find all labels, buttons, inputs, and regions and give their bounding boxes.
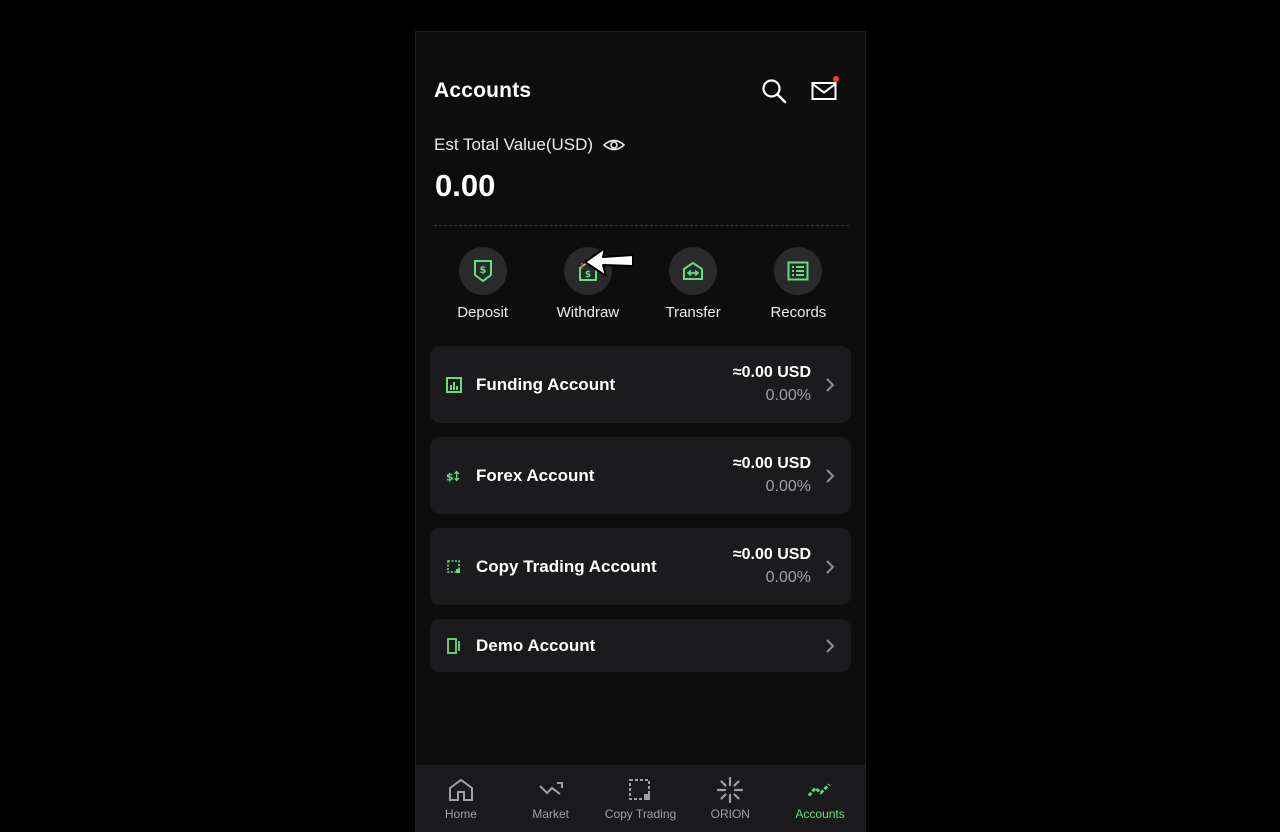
tab-home[interactable]: Home xyxy=(416,777,506,821)
account-name: Copy Trading Account xyxy=(476,556,657,576)
tab-label: Accounts xyxy=(795,806,845,821)
records-icon xyxy=(774,247,823,295)
market-icon xyxy=(538,777,564,803)
account-values: ≈0.00 USD 0.00% xyxy=(733,546,811,587)
mail-icon[interactable] xyxy=(809,76,839,106)
withdraw-button[interactable]: $ Withdraw xyxy=(535,247,640,321)
eye-icon[interactable] xyxy=(603,138,626,152)
total-value: 0.00 xyxy=(435,168,496,203)
account-usd-value: ≈0.00 USD xyxy=(732,364,811,381)
demo-icon xyxy=(446,637,462,654)
account-percent: 0.00% xyxy=(765,569,811,586)
svg-text:$: $ xyxy=(479,265,486,276)
copy-trading-account-card[interactable]: Copy Trading Account ≈0.00 USD 0.00% xyxy=(430,528,851,605)
copy-trading-tab-icon xyxy=(627,777,653,803)
account-percent: 0.00% xyxy=(765,478,811,495)
phone-screen: Accounts Est Total Value(USD) 0.00 $ Dep… xyxy=(415,31,866,832)
tab-label: ORION xyxy=(710,806,750,821)
account-values: ≈0.00 USD 0.00% xyxy=(733,364,811,405)
funding-icon xyxy=(446,376,462,393)
chevron-right-icon xyxy=(826,377,835,392)
tab-orion[interactable]: ORION xyxy=(685,776,775,821)
tab-label: Market xyxy=(532,806,570,821)
orion-icon xyxy=(717,776,744,803)
copy-trading-icon xyxy=(446,559,462,575)
records-button[interactable]: Records xyxy=(746,247,851,321)
svg-text:$: $ xyxy=(585,270,591,280)
account-percent: 0.00% xyxy=(765,387,811,404)
chevron-right-icon xyxy=(826,468,835,483)
tab-accounts[interactable]: Accounts xyxy=(775,777,865,821)
tab-label: Home xyxy=(444,806,477,821)
deposit-label: Deposit xyxy=(457,304,509,321)
tab-market[interactable]: Market xyxy=(506,777,596,821)
account-name: Funding Account xyxy=(476,374,616,394)
header-icons xyxy=(759,76,839,106)
chevron-right-icon xyxy=(826,559,835,574)
home-icon xyxy=(448,777,474,803)
funding-account-card[interactable]: Funding Account ≈0.00 USD 0.00% xyxy=(430,346,851,423)
account-usd-value: ≈0.00 USD xyxy=(732,546,811,563)
forex-account-card[interactable]: $ Forex Account ≈0.00 USD 0.00% xyxy=(430,437,851,514)
est-total-row: Est Total Value(USD) xyxy=(434,133,626,157)
tab-label: Copy Trading xyxy=(604,806,677,821)
est-total-label: Est Total Value(USD) xyxy=(434,135,594,154)
demo-account-card[interactable]: Demo Account xyxy=(430,619,851,672)
quick-actions: $ Deposit $ Withdraw Transfer Records xyxy=(430,247,851,321)
transfer-icon xyxy=(669,247,718,295)
records-label: Records xyxy=(770,304,827,321)
withdraw-icon: $ xyxy=(563,247,612,295)
account-list: Funding Account ≈0.00 USD 0.00% $ Forex … xyxy=(430,346,851,686)
account-values: ≈0.00 USD 0.00% xyxy=(733,455,811,496)
header: Accounts xyxy=(434,74,839,108)
search-icon[interactable] xyxy=(759,76,789,106)
withdraw-label: Withdraw xyxy=(556,304,620,321)
forex-icon: $ xyxy=(446,468,462,484)
transfer-label: Transfer xyxy=(665,304,721,321)
page-title: Accounts xyxy=(434,79,532,102)
notification-dot xyxy=(833,76,839,82)
deposit-button[interactable]: $ Deposit xyxy=(430,247,535,321)
chevron-right-icon xyxy=(826,638,835,653)
account-usd-value: ≈0.00 USD xyxy=(732,455,811,472)
svg-text:$: $ xyxy=(446,470,453,483)
accounts-icon xyxy=(807,777,833,803)
deposit-icon: $ xyxy=(458,247,507,295)
account-name: Demo Account xyxy=(476,635,596,655)
divider xyxy=(434,225,849,226)
account-name: Forex Account xyxy=(476,465,595,485)
transfer-button[interactable]: Transfer xyxy=(641,247,746,321)
bottom-tab-bar: Home Market Copy Trading ORION Accounts xyxy=(416,765,865,832)
tab-copy-trading[interactable]: Copy Trading xyxy=(596,777,686,821)
